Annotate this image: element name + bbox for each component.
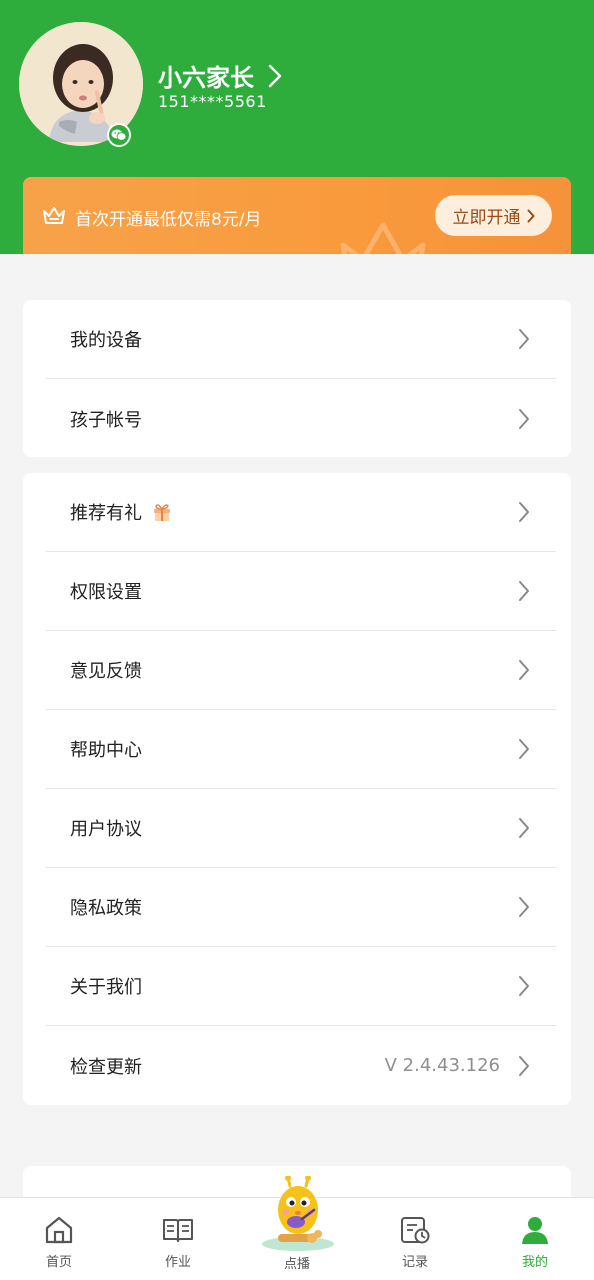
mascot-icon[interactable] [258,1176,338,1254]
chevron-right-icon [519,976,529,996]
profile-name-link[interactable]: 小六家长 [158,58,282,93]
menu-item-permissions[interactable]: 权限设置 [46,552,556,631]
menu-card-settings: 推荐有礼 权限设置 意见反馈 帮助中心 用户协议 隐私政策 关于我们 检查更新 … [23,473,571,1105]
profile-page: 小六家长 151****5561 首次开通最低仅需8元/月 立即开通 我的设备 … [0,0,594,1280]
open-vip-button[interactable]: 立即开通 [435,195,552,236]
vip-promo-text: 首次开通最低仅需8元/月 [75,210,262,230]
menu-item-label: 隐私政策 [70,898,142,919]
menu-item-label: 推荐有礼 [70,503,142,524]
profile-phone: 151****5561 [158,92,267,111]
home-icon [45,1216,73,1244]
menu-item-label-wrap: 推荐有礼 [70,499,172,525]
menu-item-about-us[interactable]: 关于我们 [46,947,556,1026]
menu-item-child-account[interactable]: 孩子帐号 [46,379,556,458]
menu-item-feedback[interactable]: 意见反馈 [46,631,556,710]
menu-item-privacy-policy[interactable]: 隐私政策 [46,868,556,947]
menu-item-label: 意见反馈 [70,661,142,682]
user-icon [522,1217,548,1244]
menu-item-user-agreement[interactable]: 用户协议 [46,789,556,868]
menu-card-devices: 我的设备 孩子帐号 [23,300,571,457]
menu-item-help-center[interactable]: 帮助中心 [46,710,556,789]
gift-icon [154,504,170,521]
menu-item-label: 关于我们 [70,977,142,998]
menu-item-my-devices[interactable]: 我的设备 [46,300,556,379]
open-vip-button-label: 立即开通 [452,208,521,228]
menu-item-label: 用户协议 [70,819,142,840]
menu-item-referral[interactable]: 推荐有礼 [46,473,556,552]
profile-header: 小六家长 151****5561 首次开通最低仅需8元/月 立即开通 [0,0,594,254]
chevron-right-icon [519,818,529,838]
nav-label-vod[interactable]: 点播 [0,1253,594,1272]
chevron-right-icon [268,64,282,87]
chevron-right-icon [519,739,529,759]
chevron-right-icon [519,502,529,522]
crown-watermark-icon [340,222,426,254]
menu-item-label: 检查更新 [70,1056,142,1078]
wechat-icon [107,123,131,147]
menu-item-label: 权限设置 [70,582,142,603]
menu-item-check-update[interactable]: 检查更新 V 2.4.43.126 [46,1026,556,1105]
app-version: V 2.4.43.126 [384,1055,500,1076]
menu-item-label: 帮助中心 [70,740,142,761]
vip-banner[interactable]: 首次开通最低仅需8元/月 立即开通 [23,177,571,254]
chevron-right-icon [519,1055,529,1076]
chevron-right-icon [519,408,529,429]
menu-item-label: 孩子帐号 [70,409,142,431]
chevron-right-icon [527,209,534,222]
chevron-right-icon [519,581,529,601]
chevron-right-icon [519,897,529,917]
profile-name: 小六家长 [158,64,254,92]
record-icon [401,1217,430,1244]
chevron-right-icon [519,660,529,680]
book-icon [163,1219,193,1242]
crown-icon [43,207,65,224]
menu-item-label: 我的设备 [70,330,142,351]
chevron-right-icon [519,329,529,349]
